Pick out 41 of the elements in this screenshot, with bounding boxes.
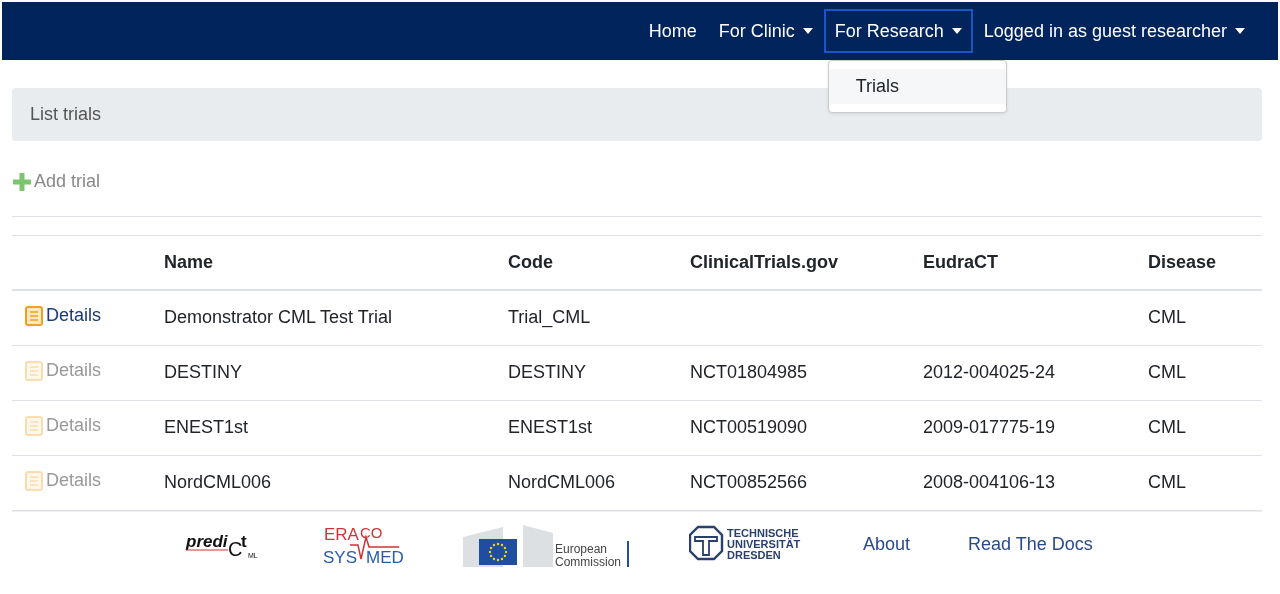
nav-link[interactable]: Home [637,9,708,53]
about-link[interactable]: About [863,533,911,555]
table-cell-text: ENEST1st [163,417,250,438]
document-icon [25,305,43,326]
document-icon [25,470,43,491]
table-cell-text: ENEST1st [507,417,594,438]
column-header: Disease [1147,251,1218,273]
table-cell-text: NCT00852566 [689,472,809,493]
nav-dropdown[interactable]: Logged in as guest researcher [972,9,1256,53]
plus-icon [12,171,32,192]
table-cell-text: CML [1147,362,1187,383]
tu-dresden-logo: TECHNISCHE UNIVERSITÄT DRESDEN [689,525,805,563]
column-header: Name [163,251,215,273]
table-cell-text: Trial_CML [507,307,592,328]
table-cell-text: 2009-017775-19 [922,417,1057,438]
column-header: Code [507,251,554,273]
table-cell-text: NCT01804985 [689,362,809,383]
table-cell-text: DESTINY [163,362,243,383]
caret-icon [1235,28,1245,34]
document-icon [25,360,43,381]
document-icon [25,415,43,436]
table-cell-text: NordCML006 [507,472,617,493]
add-trial-link[interactable]: Add trial [12,171,101,192]
table-cell-text: CML [1147,472,1187,493]
caret-icon [802,28,813,34]
docs-link[interactable]: Read The Docs [968,533,1093,555]
table-cell-text: 2012-004025-24 [922,362,1057,383]
table-cell-text: NCT00519090 [689,417,809,438]
table-cell-text: 2008-004106-13 [922,472,1057,493]
table-cell-text: NordCML006 [163,472,273,493]
column-header: EudraCT [922,251,999,273]
european-commission-logo: European Commission [461,521,633,567]
table-cell-text: CML [1147,307,1187,328]
table-cell-text: CML [1147,417,1187,438]
nav-dropdown[interactable]: For Clinic [707,9,824,53]
table-cell-text: DESTINY [507,362,587,383]
caret-icon [951,28,962,34]
table-cell-text: Demonstrator CML Test Trial [163,307,394,328]
column-header: ClinicalTrials.gov [689,251,840,273]
nav-dropdown[interactable]: For Research [823,9,973,53]
details-link[interactable]: Details [25,305,102,327]
